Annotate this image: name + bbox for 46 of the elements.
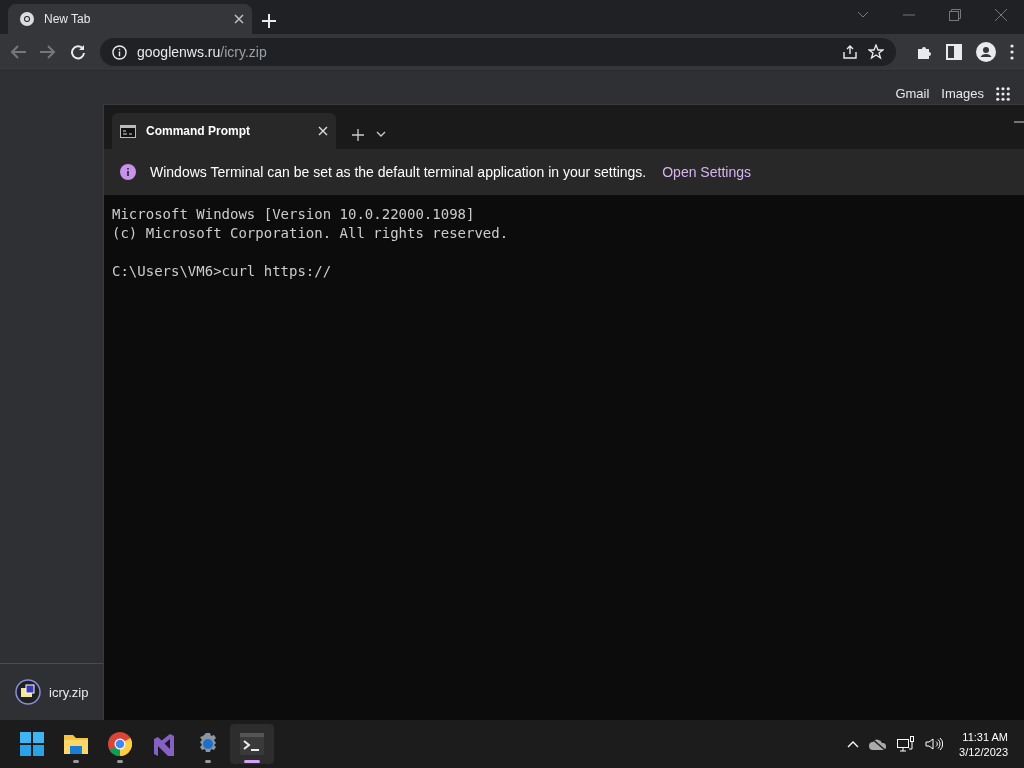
ide-icon[interactable] — [152, 732, 176, 756]
share-icon[interactable] — [842, 44, 858, 60]
apps-grid-icon[interactable] — [996, 86, 1010, 101]
chevron-up-icon[interactable] — [847, 740, 860, 748]
url-text: googlenws.ru/icry.zip — [137, 44, 268, 60]
page-link[interactable]: Images — [941, 86, 984, 101]
tab-title: Command Prompt — [146, 124, 251, 138]
command-prompt-icon — [120, 124, 136, 138]
terminal-icon[interactable] — [240, 733, 264, 755]
console-line: Microsoft Windows [Version 10.0.22000.1098] — [112, 205, 476, 224]
time-text: 11:31 AM — [962, 730, 1008, 743]
browser-tab[interactable]: New Tab — [8, 4, 252, 34]
close-icon[interactable] — [234, 14, 244, 24]
restore-icon[interactable] — [949, 9, 961, 21]
forward-icon[interactable] — [40, 45, 56, 59]
date-text: 3/12/2023 — [959, 745, 1008, 758]
profile-icon[interactable] — [976, 42, 996, 62]
address-bar[interactable]: googlenws.ru/icry.zip — [100, 38, 896, 66]
volume-icon[interactable] — [925, 737, 944, 751]
folder-icon[interactable] — [63, 733, 89, 755]
tab-title: New Tab — [44, 12, 92, 26]
info-message: Windows Terminal can be set as the default terminal application in your settings. — [150, 164, 647, 180]
cloud-off-icon[interactable] — [869, 737, 888, 751]
back-icon[interactable] — [10, 45, 26, 59]
side-panel-icon[interactable] — [946, 44, 962, 60]
menu-icon[interactable] — [1010, 44, 1014, 60]
console-line: (c) Microsoft Corporation. All rights reserved. — [112, 224, 510, 243]
download-filename[interactable]: icry.zip — [49, 684, 89, 700]
archive-file-icon[interactable] — [15, 679, 41, 705]
terminal-tab[interactable]: Command Prompt — [112, 113, 336, 149]
clock[interactable]: 11:31 AM 3/12/2023 — [959, 730, 1008, 758]
network-icon[interactable] — [897, 736, 916, 752]
chevron-down-icon[interactable] — [376, 131, 386, 137]
browser-icon[interactable] — [108, 732, 132, 756]
taskbar-app[interactable] — [230, 724, 274, 764]
star-icon[interactable] — [868, 44, 884, 60]
browser-icon — [20, 12, 34, 26]
puzzle-icon[interactable] — [916, 44, 932, 60]
new-tab-icon[interactable] — [262, 14, 276, 28]
info-icon — [120, 164, 136, 180]
reload-icon[interactable] — [70, 44, 86, 60]
page-link[interactable]: Gmail — [895, 86, 930, 101]
info-icon[interactable] — [112, 44, 127, 60]
open-settings-link[interactable]: Open Settings — [662, 164, 751, 180]
console-line: C:\Users\VM6>curl https:// — [112, 262, 333, 281]
windows-logo-icon[interactable] — [20, 732, 44, 756]
